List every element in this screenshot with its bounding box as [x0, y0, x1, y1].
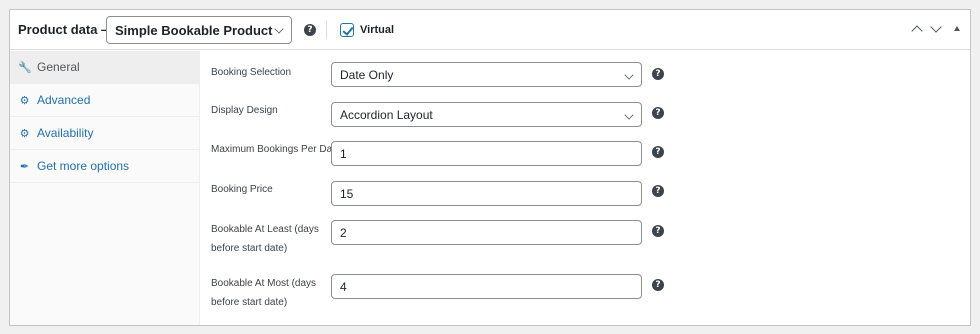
- tab-advanced[interactable]: ⚙ Advanced: [10, 84, 200, 117]
- divider: [326, 21, 327, 39]
- wrench-icon: 🔧: [18, 61, 32, 74]
- help-icon[interactable]: ?: [652, 225, 664, 237]
- tab-general-label: General: [37, 60, 80, 74]
- bookable-at-most-sublabel: before start date): [211, 297, 288, 308]
- help-icon[interactable]: ?: [652, 279, 664, 291]
- tab-get-more-options[interactable]: ✒ Get more options: [10, 150, 200, 183]
- booking-price-value: 15: [340, 187, 354, 201]
- tab-advanced-label: Advanced: [37, 93, 91, 107]
- bookable-at-most-value: 4: [340, 280, 347, 294]
- panel-header: Product data — Simple Bookable Product ?…: [10, 10, 970, 50]
- help-icon[interactable]: ?: [652, 68, 664, 80]
- tab-availability[interactable]: ⚙ Availability: [10, 117, 200, 150]
- help-icon[interactable]: ?: [652, 107, 664, 119]
- booking-selection-value: Date Only: [340, 68, 394, 82]
- bookable-at-most-input[interactable]: 4: [331, 274, 642, 299]
- chevron-down-icon: [274, 24, 284, 34]
- bookable-at-most-label: Bookable At Most (days: [211, 278, 317, 289]
- bookable-at-least-input[interactable]: 2: [331, 220, 642, 245]
- help-icon[interactable]: ?: [652, 146, 664, 158]
- virtual-checkbox[interactable]: [340, 23, 354, 37]
- max-bookings-label: Maximum Bookings Per Day: [211, 144, 338, 155]
- help-icon[interactable]: ?: [652, 185, 664, 197]
- booking-selection-select[interactable]: Date Only: [331, 62, 642, 87]
- collapse-toggle-icon[interactable]: [954, 26, 960, 31]
- bookable-at-least-sublabel: before start date): [211, 243, 288, 254]
- move-up-icon[interactable]: [911, 25, 923, 37]
- plugin-icon: ✒: [19, 160, 30, 173]
- display-design-select[interactable]: Accordion Layout: [331, 102, 642, 127]
- virtual-label[interactable]: Virtual: [360, 24, 394, 36]
- booking-price-input[interactable]: 15: [331, 181, 642, 206]
- bookable-at-least-value: 2: [340, 226, 347, 240]
- product-data-panel: Product data — Simple Bookable Product ?…: [9, 9, 971, 326]
- panel-title: Product data —: [18, 22, 115, 37]
- product-type-value: Simple Bookable Product: [115, 23, 273, 38]
- move-down-icon[interactable]: [930, 21, 942, 33]
- booking-price-label: Booking Price: [211, 184, 273, 195]
- product-type-select[interactable]: Simple Bookable Product: [106, 16, 292, 44]
- product-data-tabs: 🔧 General ⚙ Advanced ⚙ Availability ✒ Get mo…: [10, 51, 200, 325]
- chevron-down-icon: [624, 110, 634, 120]
- tab-get-more-options-label: Get more options: [37, 159, 130, 173]
- gear-icon: ⚙: [19, 127, 30, 140]
- max-bookings-value: 1: [340, 147, 347, 161]
- help-icon[interactable]: ?: [304, 24, 316, 36]
- display-design-label: Display Design: [211, 105, 278, 116]
- booking-selection-label: Booking Selection: [211, 67, 292, 78]
- display-design-value: Accordion Layout: [340, 108, 433, 122]
- tab-general[interactable]: 🔧 General: [10, 51, 200, 84]
- bookable-at-least-label: Bookable At Least (days: [211, 224, 319, 235]
- gear-icon: ⚙: [19, 94, 30, 107]
- max-bookings-input[interactable]: 1: [331, 141, 642, 166]
- chevron-down-icon: [624, 70, 634, 80]
- tab-availability-label: Availability: [37, 126, 94, 140]
